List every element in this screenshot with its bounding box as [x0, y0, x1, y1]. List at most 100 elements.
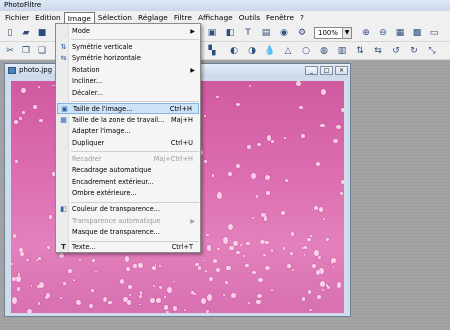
water-droplet: [310, 234, 313, 238]
menu-help[interactable]: ?: [297, 11, 307, 24]
water-droplet: [282, 247, 285, 250]
menu-item-couleur-transparence[interactable]: ◧ Couleur de transparence...: [57, 204, 199, 215]
water-droplet: [15, 276, 22, 283]
water-droplet: [235, 164, 240, 169]
water-droplet: [124, 255, 130, 262]
menu-image[interactable]: Image: [63, 11, 95, 24]
resize-icon[interactable]: ⤡: [426, 45, 438, 57]
menu-outils[interactable]: Outils: [236, 11, 263, 24]
copy-icon[interactable]: ❐: [20, 45, 32, 57]
menu-item-adapter-image[interactable]: Adapter l'image...: [57, 126, 199, 137]
water-droplet: [320, 123, 325, 128]
menu-item-decaler[interactable]: Décaler...: [57, 88, 199, 99]
sharpen-icon[interactable]: △: [282, 45, 294, 57]
zoom-out-icon[interactable]: ⊖: [377, 27, 389, 39]
close-button[interactable]: ×: [335, 66, 348, 75]
brightness-icon[interactable]: ◐: [228, 45, 240, 57]
menu-item-dupliquer[interactable]: Dupliquer Ctrl+U: [57, 138, 199, 149]
water-droplet: [95, 270, 98, 273]
rotate-right-icon[interactable]: ↻: [408, 45, 420, 57]
water-droplet: [49, 215, 53, 219]
water-droplet: [139, 291, 143, 295]
menu-item-texte[interactable]: T Texte... Ctrl+T: [57, 242, 199, 253]
water-droplet: [299, 105, 303, 110]
contrast-icon[interactable]: ◑: [246, 45, 258, 57]
cut-icon[interactable]: ✂: [4, 45, 16, 57]
water-droplet: [197, 266, 202, 271]
blur-icon[interactable]: ○: [300, 45, 312, 57]
water-droplet: [263, 216, 268, 221]
text-tool-icon[interactable]: T: [242, 27, 254, 39]
menu-fenetre[interactable]: Fenêtre: [263, 11, 297, 24]
water-droplet: [14, 120, 18, 124]
menu-separator: [71, 202, 199, 203]
water-droplet: [227, 224, 234, 231]
minimize-button[interactable]: _: [305, 66, 318, 75]
drop-icon[interactable]: 💧: [264, 45, 276, 57]
water-droplet: [12, 277, 17, 281]
water-droplet: [259, 240, 265, 245]
palette-icon[interactable]: ◉: [278, 27, 290, 39]
water-droplet: [126, 300, 132, 305]
menu-item-ombre-exterieure[interactable]: Ombre extérieure...: [57, 188, 199, 199]
menu-item-incliner[interactable]: Incliner...: [57, 76, 199, 87]
water-droplet: [295, 81, 301, 87]
menu-affichage[interactable]: Affichage: [195, 11, 236, 24]
new-document-icon[interactable]: ▯: [4, 27, 16, 39]
water-droplet: [256, 299, 261, 305]
paste-icon[interactable]: ❏: [36, 45, 48, 57]
water-droplet: [319, 280, 325, 287]
menu-item-rotation[interactable]: Rotation ▶: [57, 65, 199, 76]
mirror-icon[interactable]: ⇆: [372, 45, 384, 57]
water-droplet: [38, 281, 45, 288]
zoom-value: 100%: [318, 29, 339, 37]
menu-item-mode[interactable]: Mode ▶: [57, 26, 199, 37]
water-droplet: [252, 270, 256, 275]
water-droplet: [313, 250, 319, 256]
filter-tool-icon[interactable]: ◧: [224, 27, 236, 39]
water-droplet: [215, 268, 221, 273]
zoom-select[interactable]: 100% ▼: [314, 27, 352, 39]
menu-item-symetrie-verticale[interactable]: ⇅ Symétrie verticale: [57, 42, 199, 53]
image-size-icon: ▣: [61, 105, 68, 113]
water-droplet: [164, 296, 166, 298]
fit-window-icon[interactable]: ▩: [411, 27, 423, 39]
gamma-icon[interactable]: ◍: [318, 45, 330, 57]
water-droplet: [166, 287, 173, 293]
flip-horizontal-icon: ⇆: [60, 54, 67, 62]
crop-icon[interactable]: ▚: [206, 45, 218, 57]
menu-item-taille-image[interactable]: ▣ Taille de l'image... Ctrl+H: [57, 103, 199, 114]
water-droplet: [228, 245, 234, 251]
menu-separator: [71, 39, 199, 40]
menu-item-masque-transparence[interactable]: Masque de transparence...: [57, 227, 199, 238]
menu-item-taille-zone-travail[interactable]: ▦ Taille de la zone de travail... Maj+H: [57, 115, 199, 126]
menu-item-transparence-automatique[interactable]: Transparence automatique ▶: [57, 216, 199, 227]
grayscale-icon[interactable]: ▥: [336, 45, 348, 57]
layers-icon[interactable]: ▤: [260, 27, 272, 39]
water-droplet: [38, 85, 40, 88]
menu-fichier[interactable]: Fichier: [2, 11, 32, 24]
water-droplet: [201, 297, 207, 304]
water-droplet: [45, 292, 51, 298]
water-droplet: [205, 269, 207, 272]
water-droplet: [173, 280, 175, 282]
flip-icon[interactable]: ⇅: [354, 45, 366, 57]
automation-icon[interactable]: ⚙: [296, 27, 308, 39]
water-droplet: [68, 268, 72, 273]
menu-item-symetrie-horizontale[interactable]: ⇆ Symétrie horizontale: [57, 53, 199, 64]
image-tool-icon[interactable]: ▣: [206, 27, 218, 39]
zoom-in-icon[interactable]: ⊕: [360, 27, 372, 39]
water-droplet: [317, 294, 322, 299]
actual-size-icon[interactable]: ▦: [394, 27, 406, 39]
save-icon[interactable]: ■: [36, 27, 48, 39]
menu-item-recadrer[interactable]: Recadrer Maj+Ctrl+H: [57, 154, 199, 165]
water-droplet: [256, 195, 259, 198]
water-droplet: [216, 192, 223, 199]
water-droplet: [265, 240, 269, 244]
maximize-button[interactable]: □: [320, 66, 333, 75]
rotate-left-icon[interactable]: ↺: [390, 45, 402, 57]
open-folder-icon[interactable]: ▰: [20, 27, 32, 39]
fullscreen-icon[interactable]: ▭: [428, 27, 440, 39]
menu-item-recadrage-automatique[interactable]: Recadrage automatique: [57, 165, 199, 176]
menu-item-encadrement-exterieur[interactable]: Encadrement extérieur...: [57, 177, 199, 188]
